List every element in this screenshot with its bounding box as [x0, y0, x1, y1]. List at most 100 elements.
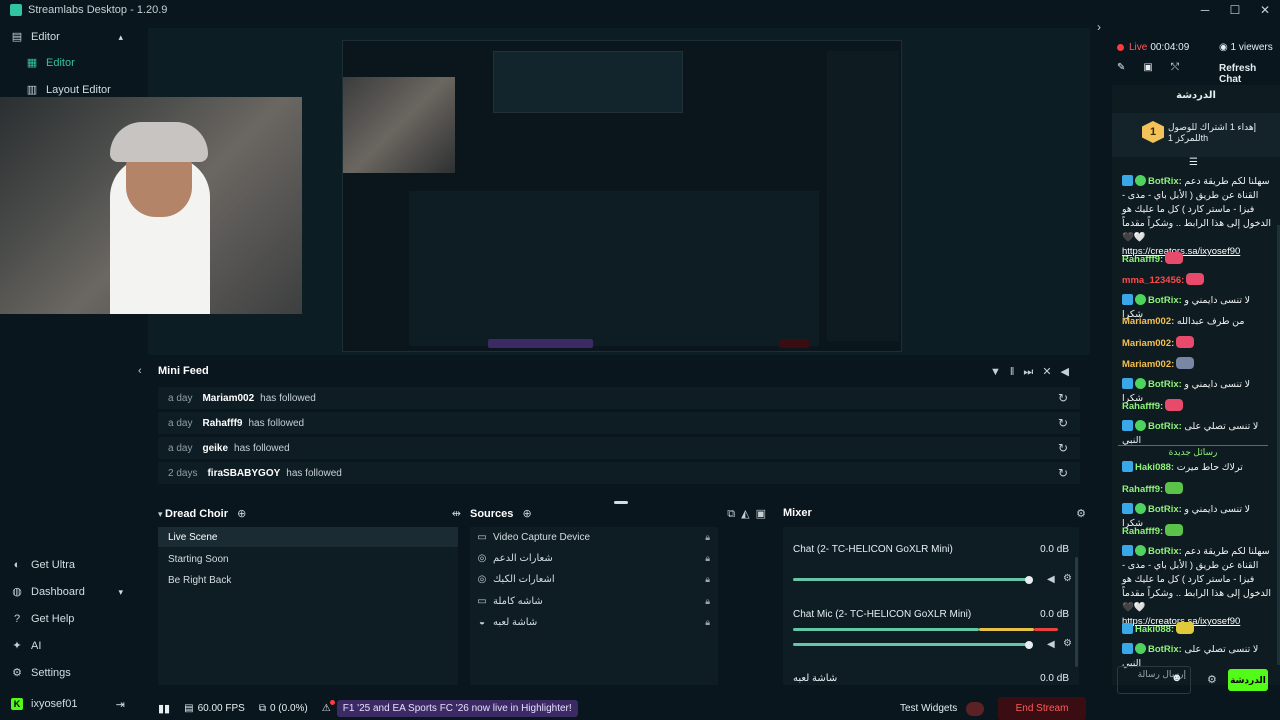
filter-source-icon[interactable]: ◭ — [741, 508, 755, 520]
minimize-button[interactable]: ─ — [1190, 0, 1220, 20]
replay-icon[interactable]: ↻ — [1058, 466, 1068, 480]
lock-icon[interactable]: 🔒︎ — [705, 596, 710, 607]
chat-message: Rahafff9: — [1122, 524, 1272, 539]
stats-icon[interactable]: ▮▮ — [158, 702, 170, 715]
nav-get-help[interactable]: ? Get Help — [0, 606, 135, 632]
end-stream-button[interactable]: End Stream — [998, 697, 1086, 720]
chat-username[interactable]: Rahafff9: — [1122, 254, 1163, 265]
chat-username[interactable]: Rahafff9: — [1122, 401, 1163, 412]
pause-icon[interactable]: ‖ — [1010, 366, 1024, 378]
volume-fader[interactable] — [793, 643, 1029, 646]
nav-user[interactable]: K ixyosef01 ⇥ — [0, 691, 135, 717]
dashboard-link-icon[interactable]: ▣ — [1143, 62, 1170, 73]
chat-username[interactable]: BotRix: — [1148, 176, 1182, 187]
send-chat-button[interactable]: الدردشة — [1228, 669, 1268, 691]
nav-editor[interactable]: ▦ Editor — [0, 50, 135, 76]
test-widgets-toggle[interactable] — [966, 702, 984, 716]
volume-fader-knob[interactable] — [1025, 576, 1033, 584]
globe-icon: ◎ — [477, 573, 487, 585]
chat-username[interactable]: Rahafff9: — [1122, 526, 1163, 537]
skip-icon[interactable]: ⏭ — [1023, 366, 1042, 378]
lock-icon[interactable]: 🔒︎ — [705, 553, 710, 564]
chat-username[interactable]: Mariam002: — [1122, 359, 1174, 370]
chat-username[interactable]: Haki088: — [1135, 624, 1174, 635]
refresh-chat-button[interactable]: Refresh Chat — [1219, 63, 1280, 85]
source-item[interactable]: ▭ شاشه كاملة 🔒︎ — [470, 591, 718, 611]
mute-alerts-icon[interactable]: ✕ — [1042, 366, 1060, 378]
chat-username[interactable]: Rahafff9: — [1122, 484, 1163, 495]
speaker-icon[interactable]: ◀ — [1047, 574, 1055, 585]
chevron-down-icon: ▾ — [158, 509, 166, 519]
logout-icon[interactable]: ⇥ — [116, 698, 125, 711]
nav-settings[interactable]: ⚙ Settings — [0, 660, 135, 686]
replay-icon[interactable]: ↻ — [1058, 416, 1068, 430]
add-source-icon[interactable]: ⊕ — [522, 508, 531, 520]
chat-username[interactable]: BotRix: — [1148, 546, 1182, 557]
add-scene-icon[interactable]: ⊕ — [237, 508, 246, 520]
test-widgets-button[interactable]: Test Widgets — [900, 703, 957, 714]
chat-username[interactable]: Haki088: — [1135, 462, 1174, 473]
scene-item-be-right-back[interactable]: Be Right Back — [158, 570, 458, 590]
nav-ai[interactable]: ✦ AI — [0, 633, 135, 659]
panel-resize-handle[interactable] — [614, 501, 628, 504]
lock-icon[interactable]: 🔒︎ — [705, 532, 710, 543]
edit-icon[interactable]: ✎ — [1117, 62, 1143, 73]
scene-item-live-scene[interactable]: Live Scene — [158, 527, 458, 547]
chat-username[interactable]: BotRix: — [1148, 644, 1182, 655]
source-label: Video Capture Device — [493, 531, 591, 543]
volume-fader-knob[interactable] — [1025, 641, 1033, 649]
source-item[interactable]: ▭ Video Capture Device 🔒︎ — [470, 527, 718, 547]
title-bar: Streamlabs Desktop - 1.20.9 ─ ☐ ✕ — [0, 0, 1280, 20]
share-icon[interactable]: ⤲ — [1171, 62, 1197, 73]
collapse-chat-icon[interactable]: › — [1097, 20, 1101, 34]
scene-item-starting-soon[interactable]: Starting Soon — [158, 549, 458, 569]
eye-icon: ◉ — [1219, 42, 1231, 53]
layout-editor-icon: ▥ — [26, 84, 38, 96]
emoji-icon[interactable]: ☻ — [1171, 672, 1183, 684]
nav-get-help-label: Get Help — [31, 613, 75, 625]
chat-username[interactable]: BotRix: — [1148, 504, 1182, 515]
lock-icon[interactable]: 🔒︎ — [705, 574, 710, 585]
chat-username[interactable]: mma_123456: — [1122, 275, 1184, 286]
mixer-settings-gear-icon[interactable]: ⚙ — [1076, 507, 1086, 520]
nav-editor-group[interactable]: ▤ Editor ▴ — [0, 24, 135, 50]
camera-icon: ▭ — [477, 531, 487, 543]
live-timer: 00:04:09 — [1150, 42, 1190, 53]
nav-get-ultra[interactable]: ◐ Get Ultra — [0, 552, 135, 578]
volume-fader[interactable] — [793, 578, 1029, 581]
source-item[interactable]: ◎ شعارات الدعم 🔒︎ — [470, 548, 718, 568]
maximize-button[interactable]: ☐ — [1220, 0, 1250, 20]
preview-nested-notification — [488, 339, 593, 348]
source-item[interactable]: ◒ شاشة لعبه 🔒︎ — [470, 612, 718, 632]
chevron-left-icon[interactable]: ‹ — [138, 365, 142, 377]
replay-icon[interactable]: ↻ — [1058, 441, 1068, 455]
folder-icon[interactable]: ▣ — [756, 508, 772, 520]
volume-icon[interactable]: ◀ — [1061, 366, 1078, 378]
speaker-icon[interactable]: ◀ — [1047, 639, 1055, 650]
chat-username[interactable]: BotRix: — [1148, 295, 1182, 306]
close-button[interactable]: ✕ — [1250, 0, 1280, 20]
copy-source-icon[interactable]: ⧉ — [727, 508, 741, 520]
gear-icon[interactable]: ⚙ — [1063, 638, 1072, 649]
lock-icon[interactable]: 🔒︎ — [705, 617, 710, 628]
mixer-scrollbar[interactable] — [1075, 557, 1078, 667]
source-item[interactable]: ◎ اشعارات الكبك 🔒︎ — [470, 569, 718, 589]
notification-icon[interactable]: ⚠ — [322, 700, 335, 714]
chat-username[interactable]: BotRix: — [1148, 379, 1182, 390]
scene-transitions-icon[interactable]: ⇹ — [452, 507, 461, 520]
pin-menu-icon[interactable]: ☰ — [1189, 157, 1198, 168]
filter-icon[interactable]: ▼ — [990, 366, 1010, 378]
chat-message: Haki088: ترلاك حاط ميرت — [1122, 461, 1272, 475]
chat-username[interactable]: Mariam002: — [1122, 316, 1174, 327]
notification-banner[interactable]: F1 '25 and EA Sports FC '26 now live in … — [336, 700, 578, 717]
scene-collection-title[interactable]: ▾ Dread Choir ⊕ — [158, 507, 246, 520]
chat-username[interactable]: BotRix: — [1148, 421, 1182, 432]
gear-icon[interactable]: ⚙ — [1063, 573, 1072, 584]
chat-settings-gear-icon[interactable]: ⚙ — [1207, 673, 1217, 686]
replay-icon[interactable]: ↻ — [1058, 391, 1068, 405]
source-label: اشعارات الكبك — [493, 573, 555, 585]
stream-preview[interactable] — [342, 40, 902, 352]
nav-dashboard[interactable]: ◍ Dashboard ▾ — [0, 579, 135, 605]
chat-username[interactable]: Mariam002: — [1122, 338, 1174, 349]
moderator-badge-icon — [1135, 175, 1146, 186]
